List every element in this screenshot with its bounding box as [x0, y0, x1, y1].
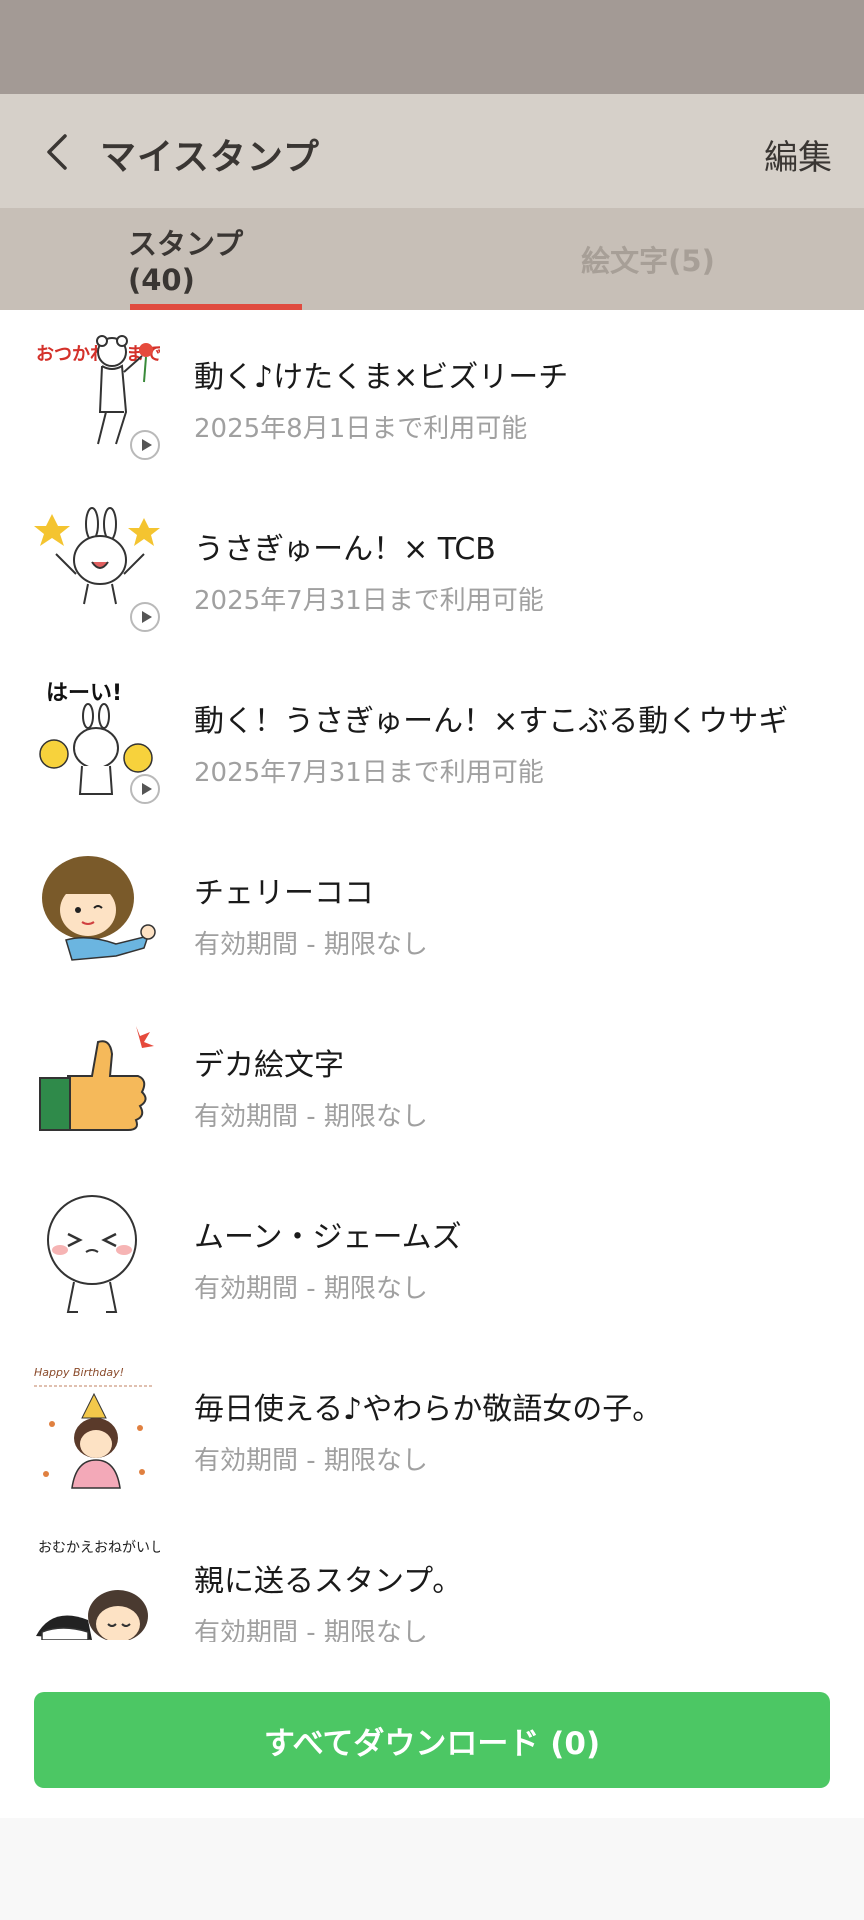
- sticker-name: 毎日使える♪やわらか敬語女の子。: [194, 1392, 663, 1427]
- play-icon: [130, 602, 160, 632]
- tab-emoji[interactable]: 絵文字(5): [560, 208, 736, 310]
- play-icon: [130, 774, 160, 804]
- girl-sticker-icon: [42, 856, 156, 961]
- birthday-girl-sticker-icon: Happy Birthday!: [34, 1366, 152, 1489]
- list-item[interactable]: デカ絵文字 有効期間 - 期限なし: [0, 1006, 864, 1178]
- thumbs-up-sticker-icon: [39, 1026, 154, 1131]
- sticker-thumbnail: [32, 848, 160, 976]
- list-item[interactable]: おつかれさまです 動く♪けたくま×ビズリーチ 2025年8月1日まで利用可能: [0, 318, 864, 490]
- thumb-text: はーい!: [46, 681, 122, 706]
- sticker-expiry: 2025年8月1日まで利用可能: [194, 414, 528, 444]
- sticker-name: チェリーココ: [194, 876, 374, 911]
- footer: すべてダウンロード (0): [0, 1642, 864, 1818]
- sticker-expiry: 有効期間 - 期限なし: [194, 1618, 428, 1642]
- sticker-expiry: 有効期間 - 期限なし: [194, 1102, 428, 1132]
- sticker-thumbnail: [32, 1192, 160, 1320]
- tab-stamps[interactable]: スタンプ(40): [128, 208, 304, 310]
- list-item[interactable]: はーい! 動く！うさぎゅーん！×すこぶる動くウサギ 2025年7月31日まで利用…: [0, 662, 864, 834]
- sticker-thumbnail: [32, 504, 160, 632]
- tab-bar: スタンプ(40) 絵文字(5): [0, 208, 864, 310]
- page-title: マイスタンプ: [100, 137, 320, 178]
- sticker-name: 動く！うさぎゅーん！×すこぶる動くウサギ: [194, 704, 789, 739]
- list-item[interactable]: チェリーココ 有効期間 - 期限なし: [0, 834, 864, 1006]
- sticker-expiry: 有効期間 - 期限なし: [194, 1446, 428, 1476]
- sticker-list: おつかれさまです 動く♪けたくま×ビズリーチ 2025年8月1日まで利用可能: [0, 310, 864, 1642]
- sticker-thumbnail: はーい!: [32, 676, 160, 804]
- sticker-name: うさぎゅーん！× TCB: [194, 532, 496, 567]
- status-bar: [0, 0, 864, 94]
- sticker-expiry: 有効期間 - 期限なし: [194, 1274, 428, 1304]
- sticker-name: 動く♪けたくま×ビズリーチ: [194, 360, 569, 395]
- sticker-expiry: 有効期間 - 期限なし: [194, 930, 428, 960]
- sticker-name: 親に送るスタンプ。: [194, 1564, 463, 1599]
- sticker-name: デカ絵文字: [194, 1048, 344, 1083]
- sticker-name: ムーン・ジェームズ: [194, 1220, 462, 1255]
- play-icon: [130, 430, 160, 460]
- bottom-area: [0, 1818, 864, 1920]
- chevron-left-icon: [47, 134, 67, 170]
- sticker-thumbnail: [32, 1020, 160, 1148]
- moon-sticker-icon: [47, 1195, 137, 1313]
- thumb-text: Happy Birthday!: [34, 1366, 124, 1379]
- download-all-button[interactable]: すべてダウンロード (0): [34, 1692, 830, 1788]
- sticker-expiry: 2025年7月31日まで利用可能: [194, 586, 544, 616]
- sticker-thumbnail: Happy Birthday!: [32, 1364, 160, 1492]
- sleeping-child-sticker-icon: おむかえおねがいします: [36, 1540, 160, 1640]
- list-item[interactable]: おむかえおねがいします 親に送るスタンプ。 有効期間 - 期限なし: [0, 1522, 864, 1642]
- header: マイスタンプ 編集: [0, 94, 864, 208]
- thumb-text: おむかえおねがいします: [38, 1540, 160, 1556]
- back-button[interactable]: [30, 124, 86, 180]
- sticker-thumbnail: おむかえおねがいします: [32, 1536, 160, 1640]
- sticker-thumbnail: おつかれさまです: [32, 332, 180, 460]
- sticker-expiry: 2025年7月31日まで利用可能: [194, 758, 544, 788]
- list-item[interactable]: ムーン・ジェームズ 有効期間 - 期限なし: [0, 1178, 864, 1350]
- list-item[interactable]: うさぎゅーん！× TCB 2025年7月31日まで利用可能: [0, 490, 864, 662]
- edit-button[interactable]: 編集: [764, 130, 832, 179]
- list-item[interactable]: Happy Birthday! 毎日使える♪やわらか敬語女の子。 有効期間 - …: [0, 1350, 864, 1522]
